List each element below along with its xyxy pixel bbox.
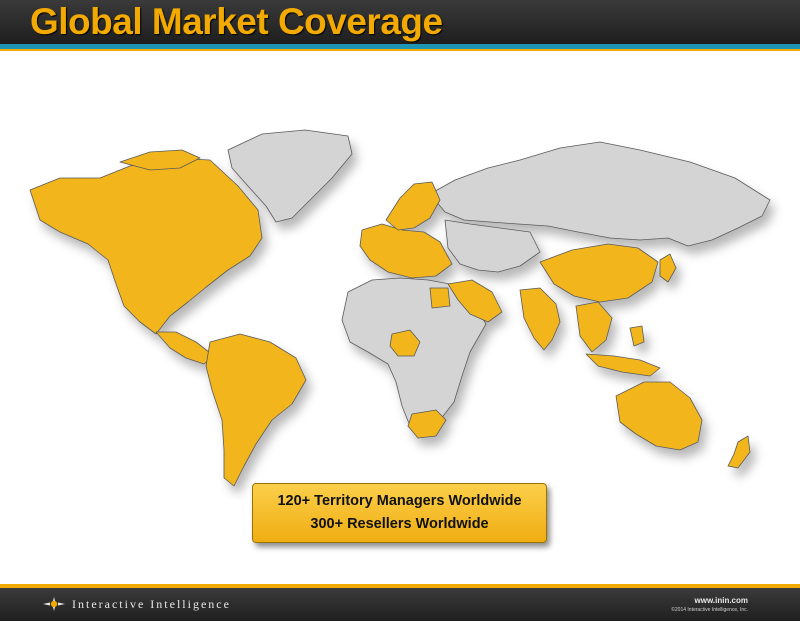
region-egypt xyxy=(429,287,451,309)
company-logo-icon xyxy=(43,597,65,611)
world-map xyxy=(0,120,800,500)
header-stripe-gold xyxy=(0,49,800,51)
region-north-america xyxy=(29,157,263,335)
footer-copyright: ©2014 Interactive Intelligence, Inc. xyxy=(671,607,748,613)
slide-title: Global Market Coverage xyxy=(30,1,443,42)
region-south-america xyxy=(205,333,307,487)
world-map-svg xyxy=(29,129,771,487)
coverage-callout: 120+ Territory Managers Worldwide 300+ R… xyxy=(252,483,547,543)
footer-url: www.inin.com xyxy=(694,596,748,605)
region-scandinavia xyxy=(385,181,441,231)
territory-managers-text: 120+ Territory Managers Worldwide xyxy=(277,493,522,509)
company-logo-text: Interactive Intelligence xyxy=(72,597,231,611)
resellers-text: 300+ Resellers Worldwide xyxy=(310,516,489,532)
region-central-america xyxy=(155,331,215,365)
region-south-africa xyxy=(407,409,447,439)
region-central-asia xyxy=(444,219,541,273)
region-southeast-asia xyxy=(575,301,613,353)
slide-footer: Interactive Intelligence www.inin.com ©2… xyxy=(0,588,800,621)
region-india xyxy=(519,287,561,351)
region-new-zealand xyxy=(727,435,751,469)
region-china xyxy=(539,243,659,303)
slide-header: Global Market Coverage xyxy=(0,0,800,44)
region-japan xyxy=(659,253,677,283)
region-philippines xyxy=(629,325,645,347)
region-western-europe xyxy=(359,223,453,279)
region-australia xyxy=(615,381,703,451)
region-indonesia xyxy=(585,353,661,377)
